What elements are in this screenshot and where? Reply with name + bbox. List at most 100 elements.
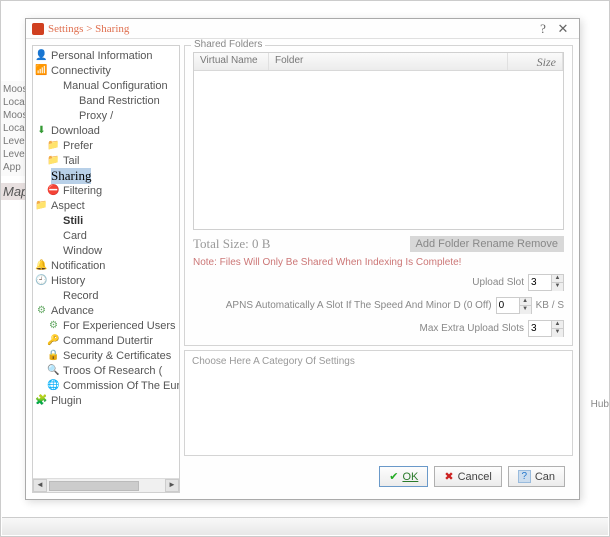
dl-icon: ⬇	[35, 124, 48, 137]
tree-scrollbar[interactable]: ◄ ►	[33, 478, 179, 492]
world-icon: 🌐	[47, 379, 60, 392]
bg-hub-label: Hub	[591, 399, 609, 410]
tree-item-history[interactable]: 🕘History	[33, 273, 179, 288]
tree-item-label: Card	[63, 230, 87, 242]
max-extra-input[interactable]	[529, 322, 551, 335]
folder-icon: 📁	[47, 154, 60, 167]
spinner-down-icon[interactable]: ▼	[551, 329, 563, 337]
scroll-thumb[interactable]	[49, 481, 139, 491]
tree-item-notification[interactable]: 🔔Notification	[33, 258, 179, 273]
tree-item-label: Tail	[63, 155, 80, 167]
max-extra-spinner[interactable]: ▲▼	[528, 320, 564, 337]
tree-item-plugin[interactable]: 🧩Plugin	[33, 393, 179, 408]
tree-item-troos-of-research[interactable]: 🔍Troos Of Research (	[33, 363, 179, 378]
spinner-down-icon[interactable]: ▼	[551, 283, 563, 291]
auto-slot-unit: KB / S	[536, 300, 564, 311]
auto-slot-label: APNS Automatically A Slot If The Speed A…	[226, 300, 492, 311]
tree-item-personal-information[interactable]: 👤Personal Information	[33, 48, 179, 63]
tree-item-band-restriction[interactable]: Band Restriction	[33, 93, 179, 108]
tree-item-connectivity[interactable]: 📶Connectivity	[33, 63, 179, 78]
scroll-left-icon[interactable]: ◄	[33, 479, 47, 492]
tree-item-label: Filtering	[63, 185, 102, 197]
spinner-up-icon[interactable]: ▲	[519, 298, 531, 306]
tree-item-manual-configuration[interactable]: Manual Configuration	[33, 78, 179, 93]
help-button[interactable]: ?Can	[508, 466, 565, 487]
tree-item-label: Security & Certificates	[63, 350, 171, 362]
dialog-title: Settings > Sharing	[48, 23, 129, 35]
rename-button[interactable]: Rename	[472, 238, 514, 250]
tree-item-label: Commission Of The European Communities	[63, 380, 179, 392]
shared-folders-list[interactable]: Virtual Name Folder Size	[193, 52, 564, 230]
tree-item-label: Download	[51, 125, 100, 137]
gear-icon: ⚙	[47, 319, 60, 332]
tree-item-label: Aspect	[51, 200, 85, 212]
plug-icon: 🧩	[35, 394, 48, 407]
scroll-right-icon[interactable]: ►	[165, 479, 179, 492]
bell-icon: 🔔	[35, 259, 48, 272]
tree-item-card[interactable]: Card	[33, 228, 179, 243]
blank-icon	[63, 94, 76, 107]
add-folder-button[interactable]: Add Folder	[416, 238, 470, 250]
tree-item-label: Advance	[51, 305, 94, 317]
net-icon: 📶	[35, 64, 48, 77]
tree-item-label: Prefer	[63, 140, 93, 152]
mag-icon: 🔍	[47, 364, 60, 377]
category-hint: Choose Here A Category Of Settings	[184, 350, 573, 456]
remove-button[interactable]: Remove	[517, 238, 558, 250]
upload-slot-spinner[interactable]: ▲▼	[528, 274, 564, 291]
column-size[interactable]: Size	[508, 53, 563, 70]
spinner-down-icon[interactable]: ▼	[519, 306, 531, 314]
tree-item-label: Proxy /	[79, 110, 113, 122]
hist-icon: 🕘	[35, 274, 48, 287]
tree-item-label: History	[51, 275, 85, 287]
check-icon: ✔	[389, 470, 398, 483]
max-extra-label: Max Extra Upload Slots	[420, 323, 525, 334]
tree-item-proxy[interactable]: Proxy /	[33, 108, 179, 123]
tree-item-label: Plugin	[51, 395, 82, 407]
cancel-button[interactable]: ✖Cancel	[434, 466, 501, 487]
tree-item-sharing[interactable]: Sharing	[33, 168, 179, 183]
tree-item-label: Notification	[51, 260, 105, 272]
tree-item-label: Window	[63, 245, 102, 257]
tree-item-window[interactable]: Window	[33, 243, 179, 258]
tree-item-filtering[interactable]: ⛔Filtering	[33, 183, 179, 198]
folder-icon: 📁	[35, 199, 48, 212]
tree-item-for-experienced-users-only[interactable]: ⚙For Experienced Users Only	[33, 318, 179, 333]
tree-item-label: Troos Of Research (	[63, 365, 162, 377]
tree-item-download[interactable]: ⬇Download	[33, 123, 179, 138]
tree-item-commission-of-the-european-communities[interactable]: 🌐Commission Of The European Communities	[33, 378, 179, 393]
blank-icon	[35, 169, 48, 182]
tree-item-advance[interactable]: ⚙Advance	[33, 303, 179, 318]
gear-icon: ⚙	[35, 304, 48, 317]
question-icon: ?	[518, 470, 531, 483]
blank-icon	[47, 244, 60, 257]
key-icon: 🔑	[47, 334, 60, 347]
tree-item-prefer[interactable]: 📁Prefer	[33, 138, 179, 153]
category-tree: 👤Personal Information📶ConnectivityManual…	[32, 45, 180, 493]
tree-item-record[interactable]: Record	[33, 288, 179, 303]
spinner-up-icon[interactable]: ▲	[551, 321, 563, 329]
blank-icon	[47, 289, 60, 302]
person-icon: 👤	[35, 49, 48, 62]
tree-item-label: Sharing	[51, 168, 91, 184]
tree-item-aspect[interactable]: 📁Aspect	[33, 198, 179, 213]
ok-button[interactable]: ✔OK	[379, 466, 428, 487]
column-virtual-name[interactable]: Virtual Name	[194, 53, 269, 70]
close-icon[interactable]: ✕	[553, 21, 573, 37]
dialog-icon	[32, 23, 44, 35]
tree-item-security-certificates[interactable]: 🔒Security & Certificates	[33, 348, 179, 363]
auto-slot-input[interactable]	[497, 299, 519, 312]
auto-slot-spinner[interactable]: ▲▼	[496, 297, 532, 314]
lock-icon: 🔒	[47, 349, 60, 362]
help-icon[interactable]: ?	[533, 21, 553, 37]
upload-slot-input[interactable]	[529, 276, 551, 289]
total-size-label: Total Size: 0 B	[193, 236, 270, 252]
tree-item-label: Record	[63, 290, 98, 302]
tree-item-command-dutertir[interactable]: 🔑Command Dutertir	[33, 333, 179, 348]
tree-item-tail[interactable]: 📁Tail	[33, 153, 179, 168]
blank-icon	[47, 79, 60, 92]
tree-item-label: Personal Information	[51, 50, 153, 62]
spinner-up-icon[interactable]: ▲	[551, 275, 563, 283]
column-folder[interactable]: Folder	[269, 53, 508, 70]
tree-item-stili[interactable]: Stili	[33, 213, 179, 228]
